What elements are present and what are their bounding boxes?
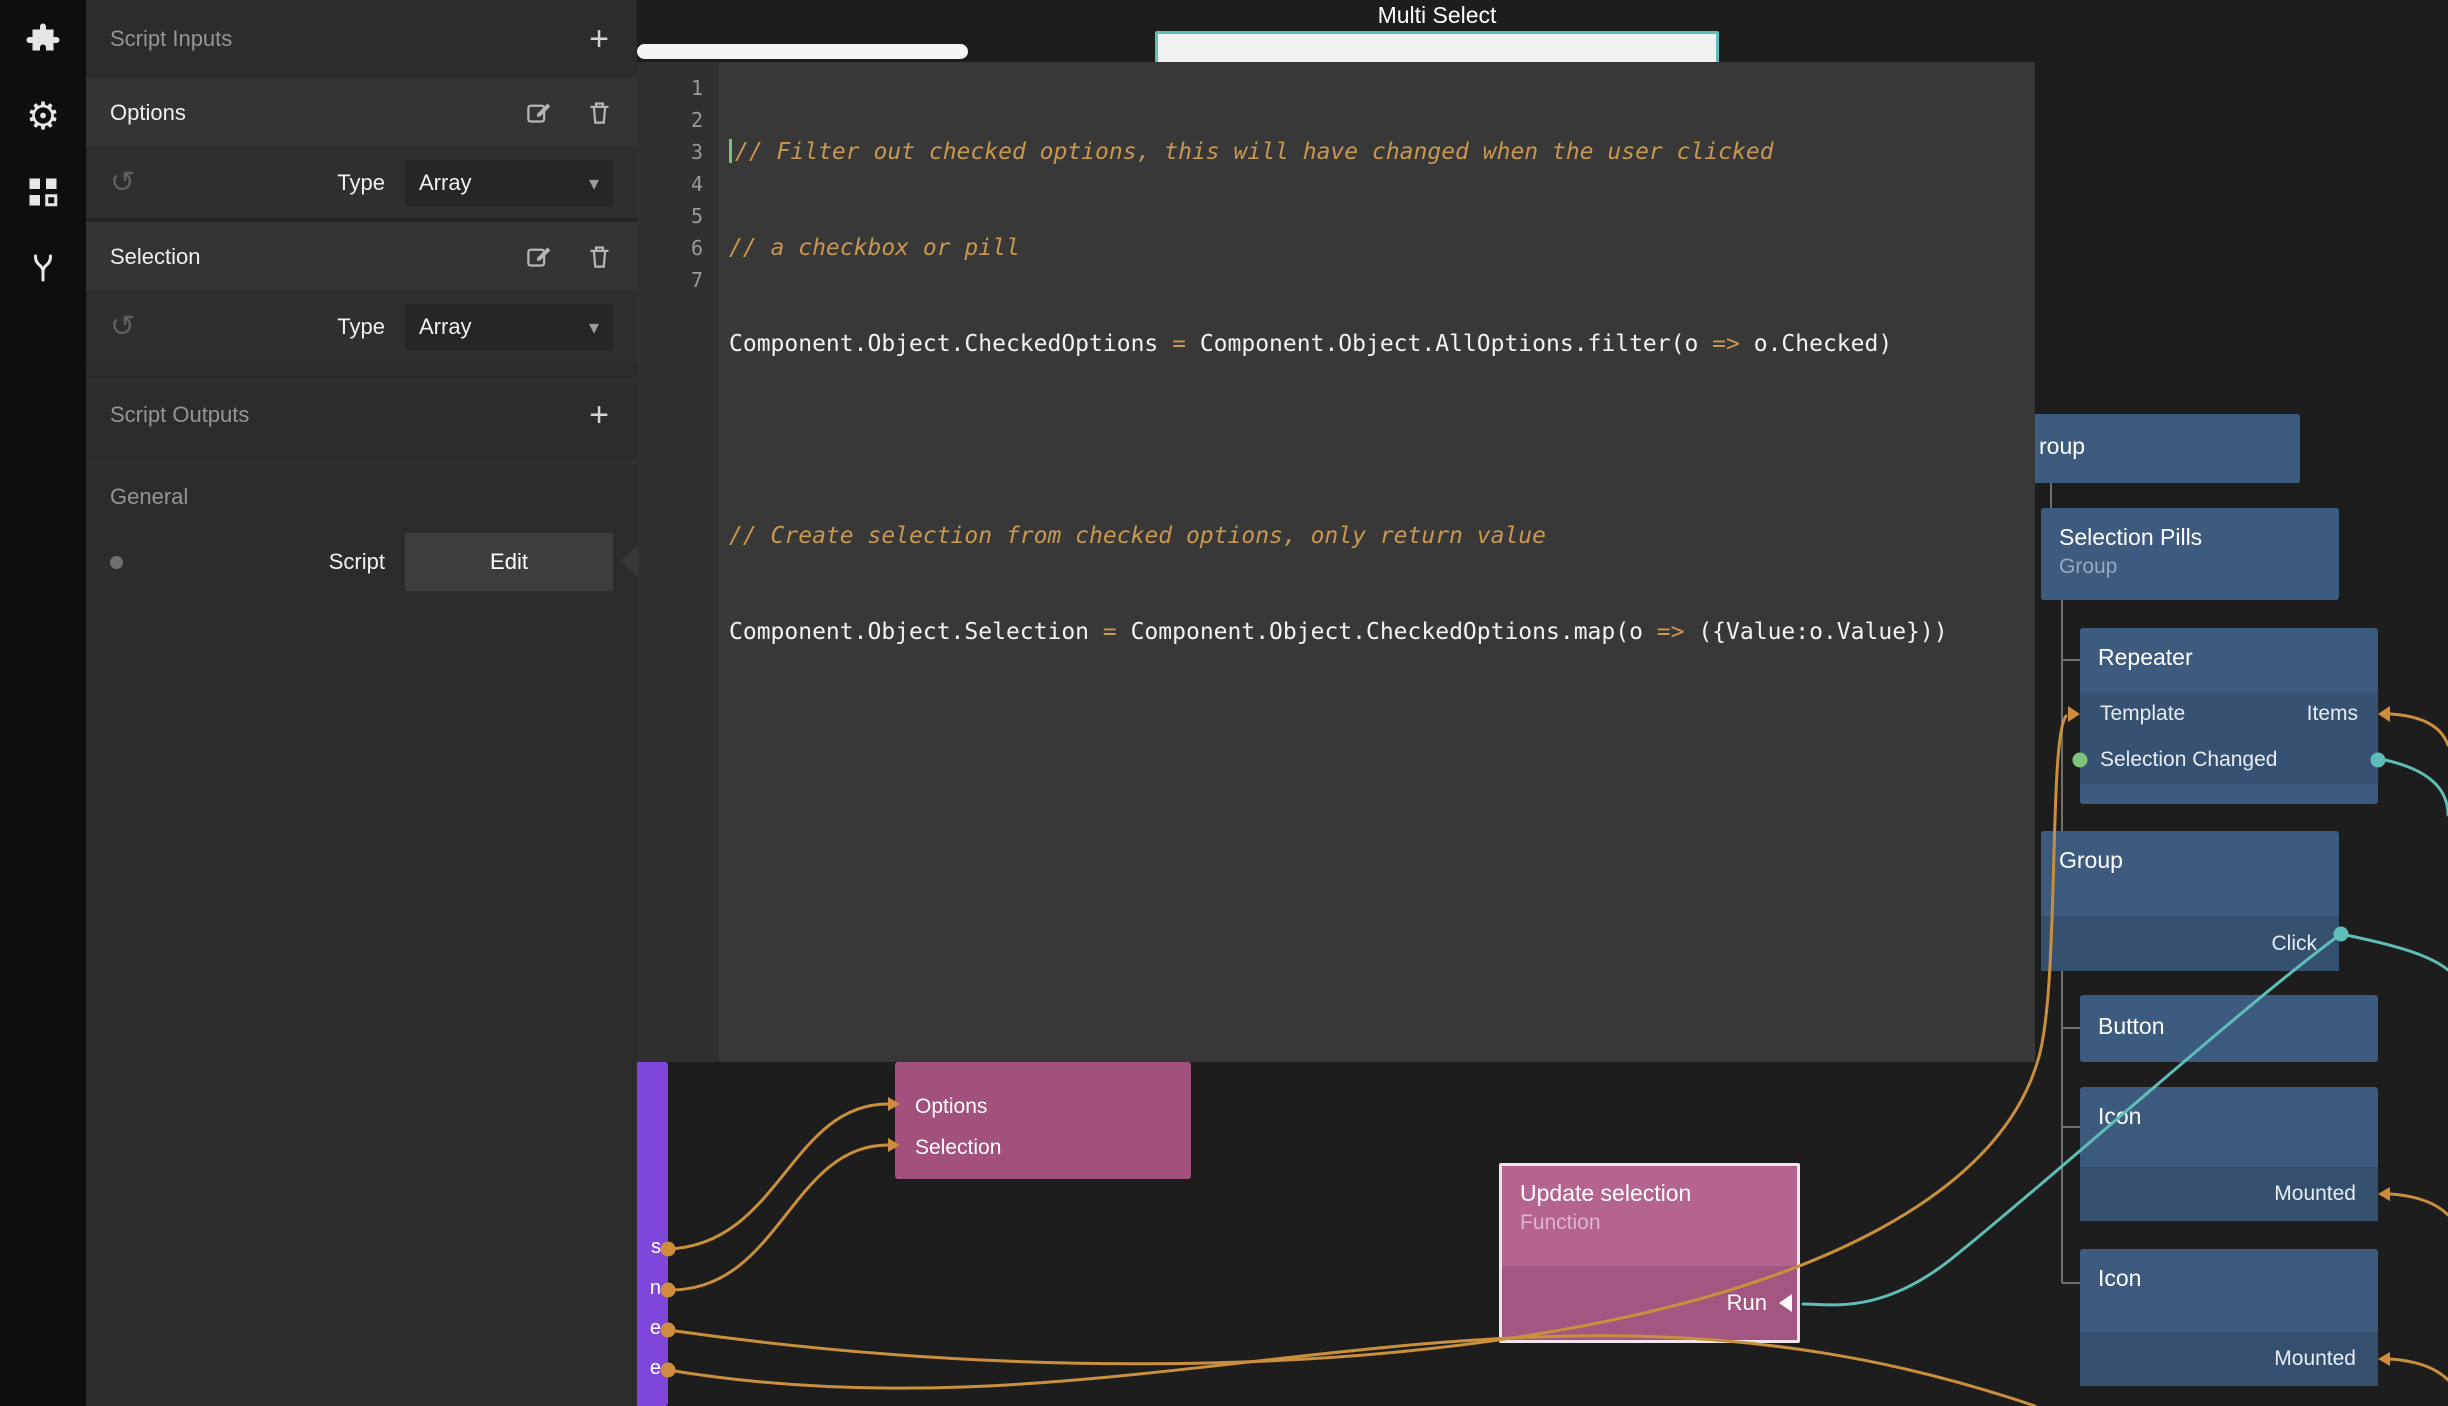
plugins-puzzle-icon[interactable] — [21, 18, 65, 62]
node-update-selection[interactable]: Update selection Function Run — [1499, 1163, 1800, 1343]
node-group[interactable]: Group Click — [2041, 831, 2339, 971]
trash-icon[interactable] — [586, 99, 613, 126]
code-text-area[interactable]: // Filter out checked options, this will… — [719, 62, 2035, 1062]
node-title: Icon — [2080, 1087, 2378, 1130]
node-title: Selection Pills — [2041, 508, 2339, 551]
node-title: Button — [2080, 995, 2378, 1040]
general-header: General — [86, 462, 637, 530]
port-click[interactable]: Click — [2272, 932, 2318, 956]
script-editor: 1 2 3 4 5 6 7 // Filter out checked opti… — [637, 62, 2035, 1062]
node-title: Update selection — [1502, 1166, 1797, 1207]
node-repeater[interactable]: Repeater Template Items Selection Change… — [2080, 628, 2378, 804]
node-checked-options[interactable]: Options Selection — [895, 1062, 1191, 1179]
inspector-panel: Script Inputs + Options ↺ Type Array ▾ S… — [86, 0, 637, 1406]
port-run[interactable]: Run — [1727, 1290, 1767, 1316]
node-selection-pills[interactable]: Selection Pills Group — [2041, 508, 2339, 600]
reset-icon[interactable]: ↺ — [110, 168, 135, 198]
add-input-button[interactable]: + — [585, 22, 613, 56]
add-output-button[interactable]: + — [585, 398, 613, 432]
line-number-gutter: 1 2 3 4 5 6 7 — [637, 62, 719, 1062]
node-subtitle: Group — [2041, 551, 2339, 579]
text-cursor — [729, 139, 732, 163]
chevron-down-icon: ▾ — [589, 315, 599, 340]
port-items[interactable]: Items — [2307, 702, 2358, 726]
port-label-fragment: e — [650, 1317, 661, 1340]
node-icon-1[interactable]: Icon Mounted — [2080, 1087, 2378, 1221]
type-dropdown-selection[interactable]: Array ▾ — [405, 304, 613, 350]
app-window: Multi Select roup Selection Pills Group … — [0, 0, 2448, 1406]
node-purple-clipped[interactable]: s n e e — [637, 1062, 668, 1406]
trash-icon[interactable] — [586, 243, 613, 270]
node-title: Icon — [2080, 1249, 2378, 1292]
edit-icon[interactable] — [525, 243, 552, 270]
node-title: Repeater — [2080, 628, 2378, 671]
selected-node-label: Multi Select — [1155, 2, 1719, 29]
port-template[interactable]: Template — [2100, 702, 2185, 726]
reset-icon[interactable]: ↺ — [110, 312, 135, 342]
script-row: Script Edit — [86, 530, 637, 594]
activity-bar: ⚙ — [0, 0, 86, 1406]
port-label-fragment: e — [650, 1357, 661, 1380]
script-outputs-header: Script Outputs + — [86, 380, 637, 448]
edit-script-button[interactable]: Edit — [405, 533, 613, 591]
type-row-selection: ↺ Type Array ▾ — [86, 292, 637, 362]
script-inputs-header: Script Inputs + — [86, 0, 637, 78]
port-label-fragment: s — [651, 1236, 661, 1259]
port-options[interactable]: Options — [895, 1086, 1191, 1127]
node-subtitle: Function — [1502, 1207, 1797, 1235]
components-icon[interactable] — [21, 170, 65, 214]
node-group-clipped[interactable]: roup — [2028, 414, 2300, 483]
run-input-arrow-icon — [1779, 1294, 1792, 1312]
connection-dot-icon — [110, 556, 123, 569]
input-row-selection: Selection — [86, 222, 637, 292]
port-label-fragment: n — [650, 1277, 661, 1300]
horizontal-scrollbar[interactable] — [637, 44, 968, 59]
node-title: roup — [2028, 414, 2300, 460]
chevron-down-icon: ▾ — [589, 171, 599, 196]
input-row-options: Options — [86, 78, 637, 148]
node-title: Group — [2041, 831, 2339, 874]
node-branch-icon[interactable] — [21, 246, 65, 290]
node-icon-2[interactable]: Icon Mounted — [2080, 1249, 2378, 1386]
type-row-options: ↺ Type Array ▾ — [86, 148, 637, 218]
settings-gear-icon[interactable]: ⚙ — [21, 94, 65, 138]
editor-pointer-arrow — [621, 545, 638, 577]
edit-icon[interactable] — [525, 99, 552, 126]
port-mounted[interactable]: Mounted — [2274, 1182, 2356, 1206]
port-selection-changed[interactable]: Selection Changed — [2100, 748, 2277, 772]
port-selection[interactable]: Selection — [895, 1127, 1191, 1168]
node-button[interactable]: Button — [2080, 995, 2378, 1062]
port-mounted[interactable]: Mounted — [2274, 1347, 2356, 1371]
type-dropdown-options[interactable]: Array ▾ — [405, 160, 613, 206]
